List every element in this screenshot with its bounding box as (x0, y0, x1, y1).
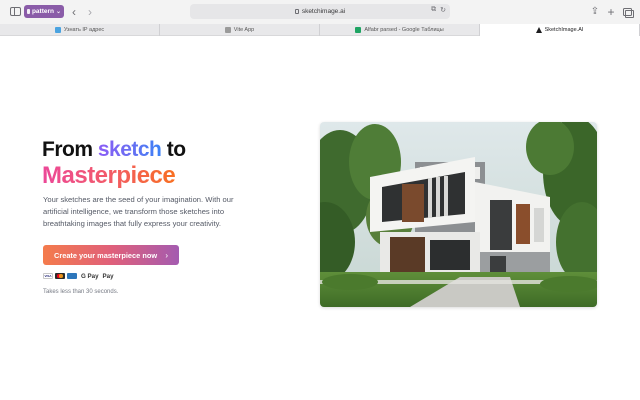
payment-methods: VISA G Pay Pay (43, 272, 114, 280)
tab-sketchimage[interactable]: SketchImage.AI (480, 24, 640, 36)
translate-icon[interactable]: ⧉ (431, 6, 436, 14)
profile-label: pattern (31, 8, 54, 15)
tab-ip[interactable]: Узнать IP адрес (0, 24, 160, 36)
tab-vite[interactable]: Vite App (160, 24, 320, 36)
tab-title: SketchImage.AI (544, 27, 584, 33)
apple-pay-icon: Pay (102, 272, 114, 280)
title-highlight-sketch: sketch (97, 138, 162, 161)
chevron-down-icon: ⌄ (55, 9, 61, 15)
reload-icon[interactable]: ↻ (440, 6, 446, 14)
hero-description: Your sketches are the seed of your imagi… (43, 195, 234, 228)
visa-icon: VISA (43, 273, 53, 279)
secure-lock-icon (294, 9, 299, 14)
title-highlight-masterpiece: Masterpiece (42, 162, 186, 190)
profile-switcher-button[interactable]: pattern ⌄ (24, 5, 64, 18)
tab-strip: Узнать IP адрес Vite App Alfabr parsed -… (0, 24, 640, 36)
mastercard-icon (55, 273, 65, 279)
share-icon[interactable]: ⇪ (590, 5, 600, 18)
address-text: sketchimage.ai (301, 8, 346, 15)
title-prefix: From (42, 138, 98, 161)
sketchimage-favicon-icon (535, 27, 542, 33)
tab-overview-icon[interactable] (622, 5, 634, 18)
timing-note: Takes less than 30 seconds. (43, 289, 119, 295)
tab-title: Узнать IP адрес (63, 27, 105, 33)
new-tab-plus-icon[interactable]: + (606, 5, 616, 18)
chevron-right-icon: › (165, 250, 168, 260)
sidebar-toggle-icon[interactable] (9, 5, 21, 18)
address-bar[interactable]: sketchimage.ai ⧉ ↻ (190, 4, 450, 19)
tab-title: Vite App (233, 27, 255, 33)
hero-title: From sketch to Masterpiece (42, 138, 186, 190)
forward-arrow-icon[interactable]: › (85, 5, 95, 18)
back-arrow-icon[interactable]: ‹ (69, 5, 79, 18)
ip-favicon-icon (54, 27, 61, 33)
google-pay-icon: G Pay (81, 272, 99, 280)
title-suffix: to (161, 138, 186, 161)
tab-sheets[interactable]: Alfabr parsed - Google Таблицы (320, 24, 480, 36)
browser-toolbar: pattern ⌄ ‹ › sketchimage.ai ⧉ ↻ ⇪ + (0, 0, 640, 24)
create-masterpiece-button[interactable]: Create your masterpiece now › (43, 245, 179, 265)
cta-label: Create your masterpiece now (54, 250, 158, 260)
vite-favicon-icon (224, 27, 231, 33)
amex-icon (67, 273, 77, 279)
sheets-favicon-icon (355, 27, 362, 33)
tab-title: Alfabr parsed - Google Таблицы (364, 27, 444, 33)
lock-icon (27, 9, 30, 14)
hero-title-line1: From sketch to (42, 138, 186, 162)
hero-house-image (320, 122, 597, 307)
